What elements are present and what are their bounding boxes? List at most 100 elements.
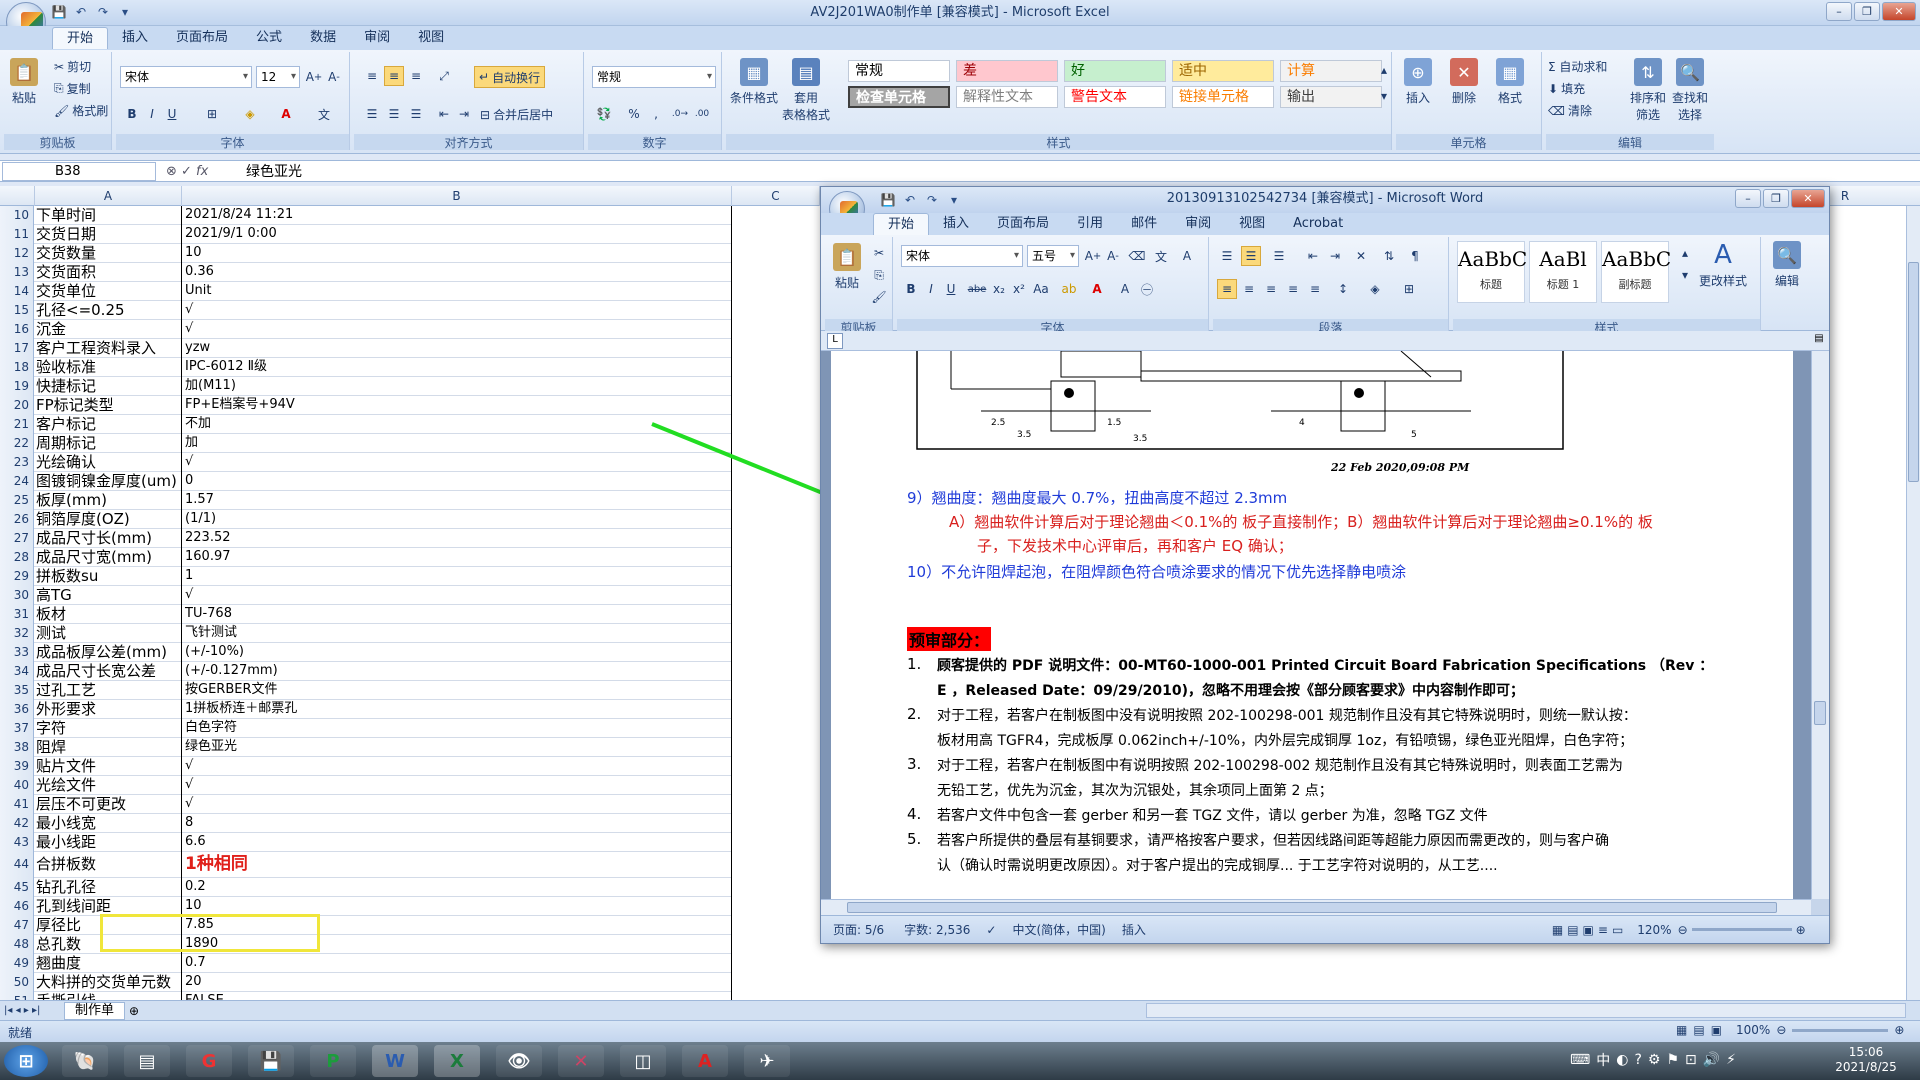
language[interactable]: 中文(简体，中国) bbox=[1012, 921, 1105, 938]
word-zoom-out-icon[interactable]: ⊖ bbox=[1678, 923, 1688, 937]
outline-icon[interactable]: ≡ bbox=[1598, 923, 1608, 937]
zoom-in-icon[interactable]: ⊕ bbox=[1894, 1023, 1904, 1037]
word-gallery-up-icon[interactable]: ▴ bbox=[1679, 243, 1691, 263]
word-page[interactable]: 2.5 3.5 1.5 3.5 4 5 22 Feb 2020,09:08 PM… bbox=[831, 351, 1793, 899]
power-icon[interactable]: ⚡ bbox=[1726, 1052, 1736, 1068]
word-font-name-dropdown[interactable]: 宋体 bbox=[901, 245, 1023, 267]
word-tab-view[interactable]: 视图 bbox=[1225, 213, 1279, 235]
word-bold-icon[interactable]: B bbox=[901, 279, 921, 299]
word-horizontal-scrollbar[interactable] bbox=[821, 899, 1811, 915]
word-vertical-scrollbar[interactable] bbox=[1811, 351, 1829, 899]
word-count[interactable]: 字数: 2,536 bbox=[904, 921, 970, 938]
word-borders-icon[interactable]: ⊞ bbox=[1399, 279, 1419, 299]
word-tab-insert[interactable]: 插入 bbox=[929, 213, 983, 235]
clock[interactable]: 15:06 2021/8/25 bbox=[1820, 1045, 1912, 1075]
taskbar-file-app-icon[interactable]: ◫ bbox=[620, 1045, 666, 1077]
word-redo-icon[interactable]: ↷ bbox=[923, 191, 941, 209]
word-highlight-icon[interactable]: ab bbox=[1059, 279, 1079, 299]
word-zoom-in-icon[interactable]: ⊕ bbox=[1796, 923, 1806, 937]
taskbar-g-app-icon[interactable]: G bbox=[186, 1045, 232, 1077]
word-distribute-icon[interactable]: ≡ bbox=[1305, 279, 1325, 299]
web-layout-icon[interactable]: ▣ bbox=[1583, 923, 1594, 937]
horizontal-scrollbar[interactable] bbox=[1146, 1003, 1906, 1018]
word-tab-review[interactable]: 审阅 bbox=[1171, 213, 1225, 235]
word-clear-format-icon[interactable]: ⌫ bbox=[1127, 246, 1147, 266]
word-align-left-icon[interactable]: ≡ bbox=[1217, 279, 1237, 299]
spellcheck-icon[interactable]: ✓ bbox=[986, 923, 996, 937]
taskbar-pdf-icon[interactable]: A bbox=[682, 1045, 728, 1077]
word-restore-button[interactable]: ❐ bbox=[1763, 189, 1789, 208]
word-enclose-icon[interactable]: ㊀ bbox=[1137, 279, 1157, 299]
word-style-option[interactable]: AaBbC 副标题 bbox=[1601, 241, 1671, 303]
word-multilevel-icon[interactable]: ☰ bbox=[1269, 246, 1289, 266]
tray-icon[interactable]: ◐ bbox=[1616, 1052, 1628, 1068]
word-tab-page-layout[interactable]: 页面布局 bbox=[983, 213, 1063, 235]
word-align-right-icon[interactable]: ≡ bbox=[1261, 279, 1281, 299]
word-align-center-icon[interactable]: ≡ bbox=[1239, 279, 1259, 299]
word-zoom-slider[interactable] bbox=[1691, 928, 1792, 931]
word-customize-icon[interactable]: ▾ bbox=[945, 191, 963, 209]
word-save-icon[interactable]: 💾 bbox=[879, 191, 897, 209]
word-grow-font-icon[interactable]: A + bbox=[1083, 246, 1103, 266]
taskbar-chat-icon[interactable]: ✈ bbox=[744, 1045, 790, 1077]
sheet-tab-zhizuodan[interactable]: 制作单 bbox=[64, 1001, 126, 1020]
word-edit-button[interactable]: 🔍 编辑 bbox=[1773, 241, 1801, 289]
network-icon[interactable]: ⊡ bbox=[1685, 1052, 1697, 1068]
zoom-out-icon[interactable]: ⊖ bbox=[1776, 1023, 1786, 1037]
change-styles-button[interactable]: A 更改样式 bbox=[1699, 240, 1747, 289]
word-shrink-font-icon[interactable]: A- bbox=[1103, 246, 1123, 266]
print-layout-icon[interactable]: ▦ bbox=[1552, 923, 1563, 937]
page-count[interactable]: 页面: 5/6 bbox=[833, 921, 884, 938]
word-tab-home[interactable]: 开始 bbox=[873, 213, 930, 235]
flag-icon[interactable]: ⚑ bbox=[1666, 1052, 1679, 1068]
word-cut-icon[interactable]: ✂ bbox=[869, 243, 889, 263]
taskbar-p-app-icon[interactable]: P bbox=[310, 1045, 356, 1077]
word-style-option[interactable]: AaBl 标题 1 bbox=[1529, 241, 1597, 303]
word-phonetic-icon[interactable]: 文 bbox=[1151, 246, 1171, 266]
tab-selector-icon[interactable]: L bbox=[827, 333, 843, 349]
keyboard-icon[interactable]: ⌨ bbox=[1570, 1052, 1590, 1068]
taskbar-x-app-icon[interactable]: ✕ bbox=[558, 1045, 604, 1077]
word-shading-para-icon[interactable]: ◈ bbox=[1365, 279, 1385, 299]
taskbar-shell-icon[interactable]: 🐚 bbox=[62, 1045, 108, 1077]
taskbar-notepad-icon[interactable]: ▤ bbox=[124, 1045, 170, 1077]
word-gallery-down-icon[interactable]: ▾ bbox=[1679, 265, 1691, 285]
draft-icon[interactable]: ▭ bbox=[1612, 923, 1623, 937]
word-tab-mailings[interactable]: 邮件 bbox=[1117, 213, 1171, 235]
word-shading-icon[interactable]: A bbox=[1115, 279, 1135, 299]
word-scrollbar-thumb[interactable] bbox=[1814, 701, 1826, 725]
word-underline-icon[interactable]: U bbox=[941, 279, 961, 299]
reading-layout-icon[interactable]: ▤ bbox=[1567, 923, 1578, 937]
settings-icon[interactable]: ⚙ bbox=[1648, 1052, 1661, 1068]
zoom-slider[interactable] bbox=[1792, 1028, 1889, 1032]
ruler-toggle-icon[interactable]: ▤ bbox=[1811, 333, 1827, 349]
word-char-border-icon[interactable]: A bbox=[1177, 246, 1197, 266]
word-subscript-icon[interactable]: x₂ bbox=[989, 279, 1009, 299]
insert-mode[interactable]: 插入 bbox=[1122, 921, 1146, 938]
word-minimize-button[interactable]: – bbox=[1735, 189, 1761, 208]
word-style-option[interactable]: AaBbC 标题 bbox=[1457, 241, 1527, 303]
word-sort-icon[interactable]: ⇅ bbox=[1379, 246, 1399, 266]
word-tab-acrobat[interactable]: Acrobat bbox=[1279, 213, 1357, 235]
word-close-button[interactable]: ✕ bbox=[1791, 189, 1825, 208]
word-justify-icon[interactable]: ≡ bbox=[1283, 279, 1303, 299]
word-decrease-indent-icon[interactable]: ⇤ bbox=[1303, 246, 1323, 266]
taskbar-eye-app-icon[interactable]: 👁 bbox=[496, 1045, 542, 1077]
word-line-spacing-icon[interactable]: ↕ bbox=[1333, 279, 1353, 299]
help-icon[interactable]: ? bbox=[1634, 1052, 1641, 1068]
word-superscript-icon[interactable]: x² bbox=[1009, 279, 1029, 299]
word-tab-references[interactable]: 引用 bbox=[1063, 213, 1117, 235]
page-layout-icon[interactable]: ▤ bbox=[1693, 1023, 1704, 1037]
ime-indicator[interactable]: 中 bbox=[1596, 1050, 1610, 1070]
word-copy-icon[interactable]: ⎘ bbox=[869, 265, 889, 285]
word-numbering-icon[interactable]: ☰ bbox=[1241, 246, 1261, 266]
word-italic-icon[interactable]: I bbox=[921, 279, 941, 299]
word-change-case-icon[interactable]: Aa bbox=[1031, 279, 1051, 299]
word-paste-button[interactable]: 📋 粘贴 bbox=[833, 243, 861, 291]
normal-view-icon[interactable]: ▦ bbox=[1676, 1023, 1687, 1037]
word-increase-indent-icon[interactable]: ⇥ bbox=[1325, 246, 1345, 266]
word-chinese-layout-icon[interactable]: ✕ bbox=[1351, 246, 1371, 266]
word-show-marks-icon[interactable]: ¶ bbox=[1405, 246, 1425, 266]
word-bullets-icon[interactable]: ☰ bbox=[1217, 246, 1237, 266]
word-format-painter-icon[interactable]: 🖌 bbox=[869, 287, 889, 307]
